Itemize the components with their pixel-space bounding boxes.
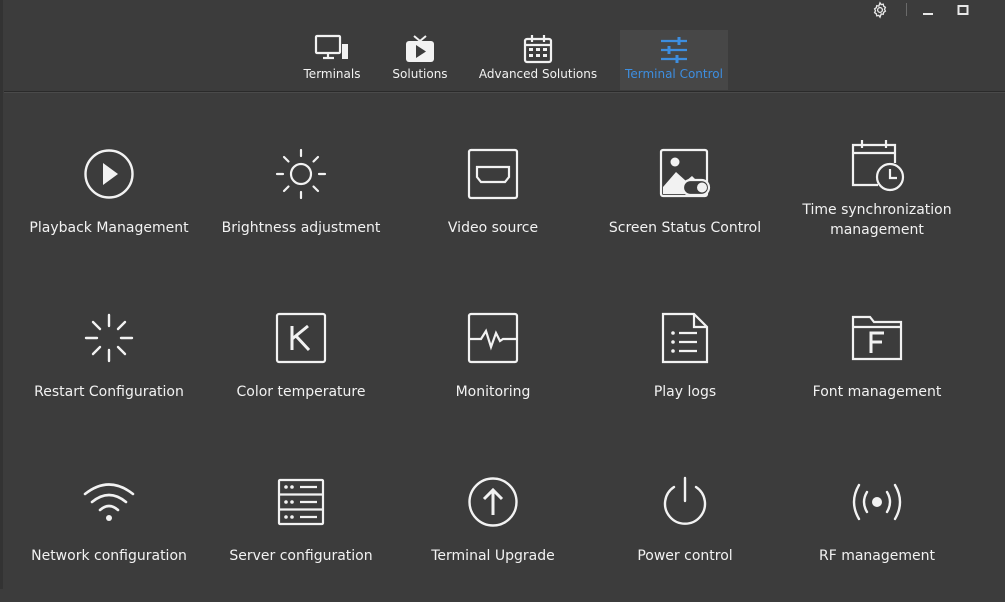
tile-playback-management[interactable]: Playback Management [14,144,204,274]
tile-font-management[interactable]: Font management [782,308,972,438]
image-toggle-icon [659,148,711,198]
tile-label: Restart Configuration [34,384,184,400]
calendar-icon [523,35,553,64]
gear-icon [873,1,887,19]
tile-label: Brightness adjustment [221,220,381,236]
tile-monitoring[interactable]: Monitoring [398,308,588,438]
tile-color-temperature[interactable]: Color temperature [206,308,396,438]
tile-label: Play logs [653,384,717,400]
tab-label: Terminal Control [625,67,723,81]
tab-label: Advanced Solutions [478,67,598,81]
tile-play-logs[interactable]: Play logs [590,308,780,438]
tab-terminals[interactable]: Terminals [296,30,368,90]
hdmi-icon [467,148,519,200]
title-bar-separator [906,3,907,16]
title-bar [0,0,1005,22]
tile-rf-management[interactable]: RF management [782,472,972,602]
tile-brightness-adjustment[interactable]: Brightness adjustment [206,144,396,274]
tile-terminal-upgrade[interactable]: Terminal Upgrade [398,472,588,602]
tab-terminal-control[interactable]: Terminal Control [620,30,728,90]
sliders-icon [661,37,687,63]
calendar-clock-icon [851,140,905,192]
sun-icon [275,148,327,200]
minimize-button[interactable] [915,0,941,20]
pulse-monitor-icon [467,312,519,364]
tile-server-configuration[interactable]: Server configuration [206,472,396,602]
minimize-icon [923,13,933,15]
tile-power-control[interactable]: Power control [590,472,780,602]
font-folder-icon [851,315,903,361]
play-tv-icon [406,35,434,62]
tab-label: Terminals [303,67,361,81]
tile-label: Monitoring [455,384,531,400]
main-nav: Terminals Solutions Advanced Solutions T… [0,30,1005,90]
loading-spinner-icon [84,313,134,363]
tile-network-configuration[interactable]: Network configuration [14,472,204,602]
power-icon [663,476,707,525]
tile-label: Server configuration [229,548,373,564]
upload-circle-icon [468,477,518,527]
tile-label: Font management [812,384,942,400]
k-box-icon [275,312,327,364]
tile-restart-configuration[interactable]: Restart Configuration [14,308,204,438]
settings-button[interactable] [867,0,893,20]
monitor-icon [314,34,348,60]
maximize-icon [957,5,969,15]
tile-time-synchronization[interactable]: Time synchronization management [782,136,972,266]
tile-label: Network configuration [31,548,187,564]
document-list-icon [661,312,709,364]
tile-label: RF management [818,548,935,564]
tile-label: Color temperature [236,384,366,400]
server-icon [277,478,325,526]
tile-screen-status-control[interactable]: Screen Status Control [590,144,780,274]
tile-label: Power control [637,548,733,564]
tile-label: Screen Status Control [608,220,762,236]
maximize-button[interactable] [950,0,976,20]
tile-label: Terminal Upgrade [431,548,555,564]
tile-label: Playback Management [29,220,189,236]
tile-label: Video source [447,220,539,236]
play-circle-icon [84,149,134,199]
tile-label: Time synchronization management [802,202,952,238]
nav-divider-highlight [4,92,1005,93]
broadcast-icon [852,483,902,521]
tab-advanced-solutions[interactable]: Advanced Solutions [478,30,598,90]
tab-label: Solutions [392,67,448,81]
tab-solutions[interactable]: Solutions [384,30,456,90]
wifi-icon [83,483,135,521]
tile-video-source[interactable]: Video source [398,144,588,274]
